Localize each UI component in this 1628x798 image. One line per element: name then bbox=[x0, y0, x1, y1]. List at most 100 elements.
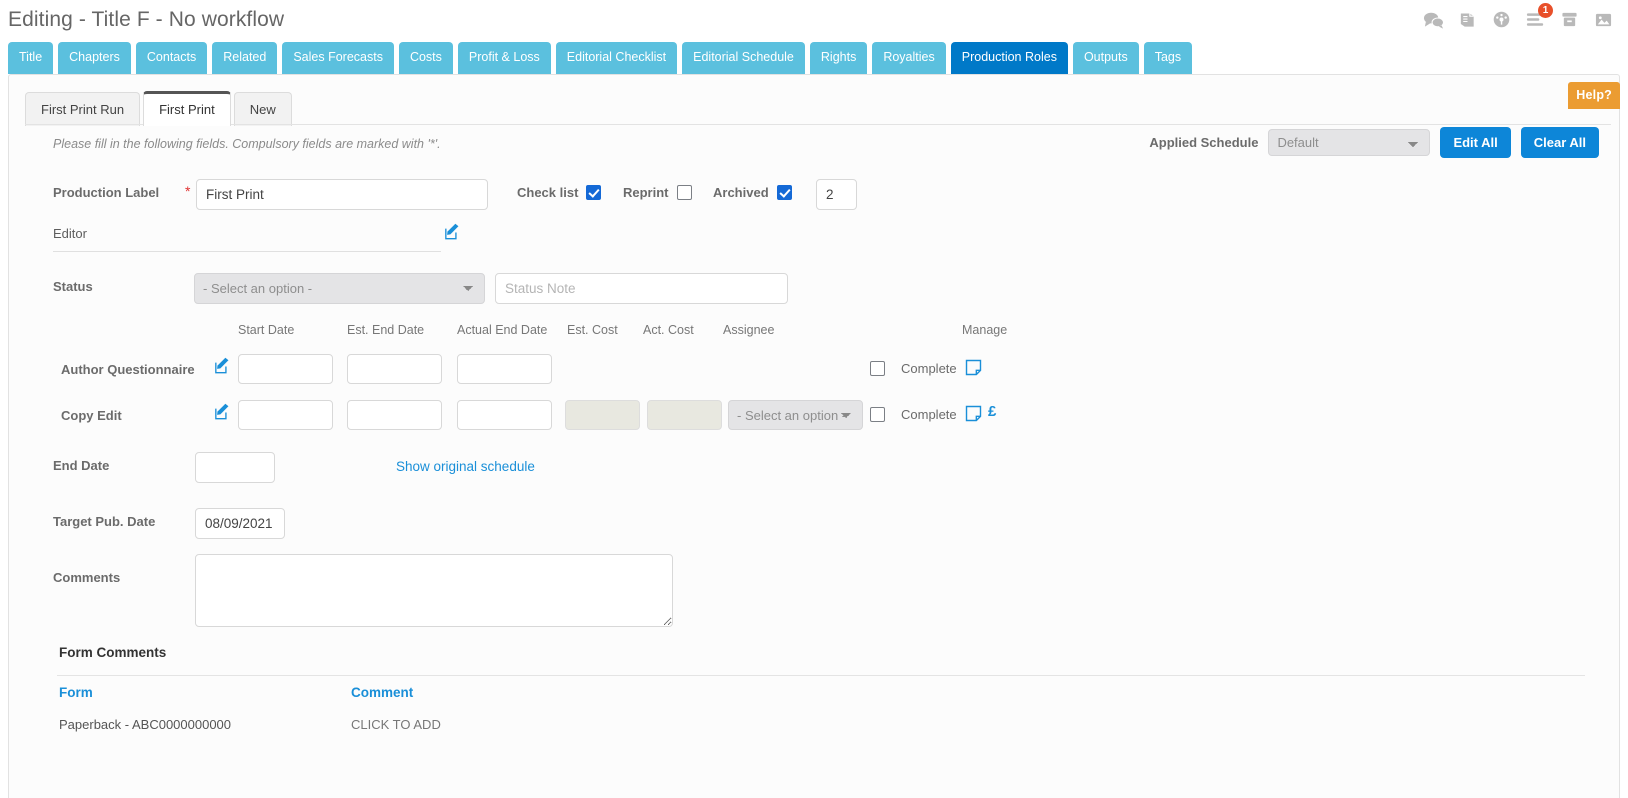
copy-edit-edit-icon[interactable] bbox=[213, 403, 232, 421]
end-date-label: End Date bbox=[53, 458, 110, 473]
col-actual-end-date: Actual End Date bbox=[457, 323, 548, 337]
tab-production-roles[interactable]: Production Roles bbox=[950, 42, 1068, 74]
checkbox-reprint: Reprint bbox=[623, 185, 692, 200]
author-questionnaire-complete-checkbox[interactable] bbox=[870, 361, 885, 376]
copy-edit-currency-icon[interactable]: £ bbox=[988, 403, 996, 420]
production-label-row: Production Label * Check list Reprint Ar… bbox=[25, 171, 1603, 219]
form-comments-cell-form: Paperback - ABC0000000000 bbox=[59, 717, 232, 732]
show-original-schedule-link[interactable]: Show original schedule bbox=[396, 459, 535, 474]
tab-editorial-checklist[interactable]: Editorial Checklist bbox=[555, 42, 678, 74]
comments-icon[interactable] bbox=[1423, 10, 1444, 29]
tab-sales-forecasts[interactable]: Sales Forecasts bbox=[282, 42, 394, 74]
tab-editorial-schedule[interactable]: Editorial Schedule bbox=[682, 42, 805, 74]
form-comments-header: Form Comments bbox=[25, 645, 1603, 675]
required-marker: * bbox=[185, 183, 191, 199]
target-pub-date-input[interactable] bbox=[195, 508, 285, 539]
editor-row: Editor bbox=[25, 219, 1603, 263]
author-questionnaire-start-date[interactable] bbox=[238, 354, 333, 384]
comments-row: Comments bbox=[25, 554, 1603, 645]
image-icon[interactable] bbox=[1593, 10, 1614, 29]
app-root: Editing - Title F - No workflow 1 Title … bbox=[0, 0, 1628, 798]
author-questionnaire-est-end-date[interactable] bbox=[347, 354, 442, 384]
copy-edit-est-cost[interactable] bbox=[565, 400, 640, 430]
copy-edit-assignee-select[interactable]: - Select an option - bbox=[728, 400, 863, 430]
check-list-checkbox[interactable] bbox=[586, 185, 602, 200]
sub-tab-bar: First Print Run First Print New bbox=[9, 75, 1619, 126]
list-item: Paperback - ABC0000000000 CLICK TO ADD bbox=[25, 708, 1603, 740]
dashboard-icon[interactable] bbox=[1491, 10, 1512, 29]
form-body: Please fill in the following fields. Com… bbox=[9, 125, 1619, 740]
app-header: Editing - Title F - No workflow 1 bbox=[0, 0, 1628, 42]
edit-all-button[interactable]: Edit All bbox=[1440, 127, 1511, 158]
archive-icon[interactable] bbox=[1559, 10, 1580, 29]
copy-edit-start-date[interactable] bbox=[238, 400, 333, 430]
author-questionnaire-edit-icon[interactable] bbox=[213, 357, 232, 375]
page-title: Editing - Title F - No workflow bbox=[8, 8, 285, 31]
tab-title[interactable]: Title bbox=[8, 42, 54, 74]
table-row: Author Questionnaire Complete bbox=[25, 349, 1603, 395]
tab-contacts[interactable]: Contacts bbox=[135, 42, 208, 74]
tab-tags[interactable]: Tags bbox=[1143, 42, 1193, 74]
applied-schedule-select[interactable]: Default bbox=[1268, 129, 1431, 156]
reprint-label: Reprint bbox=[623, 185, 669, 200]
tab-costs[interactable]: Costs bbox=[398, 42, 453, 74]
applied-schedule-group: Applied Schedule Default Edit All Clear … bbox=[1149, 127, 1599, 158]
editor-edit-icon[interactable] bbox=[443, 223, 462, 241]
subtab-new[interactable]: New bbox=[233, 92, 292, 126]
end-date-input[interactable] bbox=[195, 452, 275, 483]
reprint-checkbox[interactable] bbox=[676, 185, 692, 200]
form-comments-title: Form Comments bbox=[59, 645, 167, 660]
col-est-cost: Est. Cost bbox=[567, 323, 618, 337]
tab-chapters[interactable]: Chapters bbox=[58, 42, 131, 74]
hint-and-schedule-row: Please fill in the following fields. Com… bbox=[25, 125, 1603, 171]
subtab-first-print[interactable]: First Print bbox=[143, 91, 231, 126]
target-pub-date-row: Target Pub. Date bbox=[25, 497, 1603, 559]
comments-label: Comments bbox=[53, 570, 121, 585]
archived-label: Archived bbox=[713, 185, 769, 200]
copy-edit-est-end-date[interactable] bbox=[347, 400, 442, 430]
copy-edit-note-icon[interactable] bbox=[965, 405, 982, 422]
copy-edit-complete-label: Complete bbox=[901, 407, 957, 422]
author-questionnaire-note-icon[interactable] bbox=[965, 359, 982, 376]
author-questionnaire-actual-end-date[interactable] bbox=[457, 354, 552, 384]
tab-profit-and-loss[interactable]: Profit & Loss bbox=[457, 42, 551, 74]
tab-related[interactable]: Related bbox=[212, 42, 278, 74]
form-comments-cell-comment[interactable]: CLICK TO ADD bbox=[351, 717, 441, 732]
col-start-date: Start Date bbox=[238, 323, 295, 337]
col-assignee: Assignee bbox=[723, 323, 775, 337]
status-label: Status bbox=[53, 279, 93, 294]
col-manage: Manage bbox=[962, 323, 1008, 337]
checkbox-check-list: Check list bbox=[517, 185, 602, 200]
production-label-input[interactable] bbox=[196, 179, 488, 210]
list-icon[interactable]: 1 bbox=[1525, 3, 1553, 29]
col-est-end-date: Est. End Date bbox=[347, 323, 425, 337]
tab-rights[interactable]: Rights bbox=[809, 42, 868, 74]
end-date-row: End Date Show original schedule bbox=[25, 441, 1603, 497]
notification-badge: 1 bbox=[1538, 3, 1553, 18]
main-tab-bar: Title Chapters Contacts Related Sales Fo… bbox=[0, 42, 1628, 74]
clear-all-button[interactable]: Clear All bbox=[1520, 127, 1599, 158]
production-label-label: Production Label bbox=[53, 185, 160, 200]
author-questionnaire-complete-label: Complete bbox=[901, 361, 957, 376]
copy-edit-act-cost[interactable] bbox=[647, 400, 722, 430]
book-icon[interactable] bbox=[1457, 10, 1478, 29]
comments-textarea[interactable] bbox=[195, 554, 673, 627]
copy-edit-actual-end-date[interactable] bbox=[457, 400, 552, 430]
form-comments-col-form[interactable]: Form bbox=[59, 685, 93, 700]
editor-label: Editor bbox=[53, 226, 87, 241]
row-label-author-questionnaire: Author Questionnaire bbox=[61, 362, 195, 377]
archived-checkbox[interactable] bbox=[776, 185, 792, 200]
editor-field[interactable]: Editor bbox=[53, 225, 441, 252]
col-act-cost: Act. Cost bbox=[643, 323, 694, 337]
tab-royalties[interactable]: Royalties bbox=[872, 42, 946, 74]
copy-edit-complete-checkbox[interactable] bbox=[870, 407, 885, 422]
help-button[interactable]: Help? bbox=[1568, 82, 1620, 109]
status-select[interactable]: - Select an option - bbox=[194, 273, 485, 304]
subtab-first-print-run[interactable]: First Print Run bbox=[25, 92, 141, 126]
status-note-input[interactable] bbox=[495, 273, 788, 304]
tab-outputs[interactable]: Outputs bbox=[1072, 42, 1139, 74]
table-row: Copy Edit - Select an option - Complete bbox=[25, 395, 1603, 441]
count-input[interactable] bbox=[816, 179, 857, 210]
form-comments-col-comment[interactable]: Comment bbox=[351, 685, 413, 700]
status-row: Status - Select an option - bbox=[25, 263, 1603, 321]
